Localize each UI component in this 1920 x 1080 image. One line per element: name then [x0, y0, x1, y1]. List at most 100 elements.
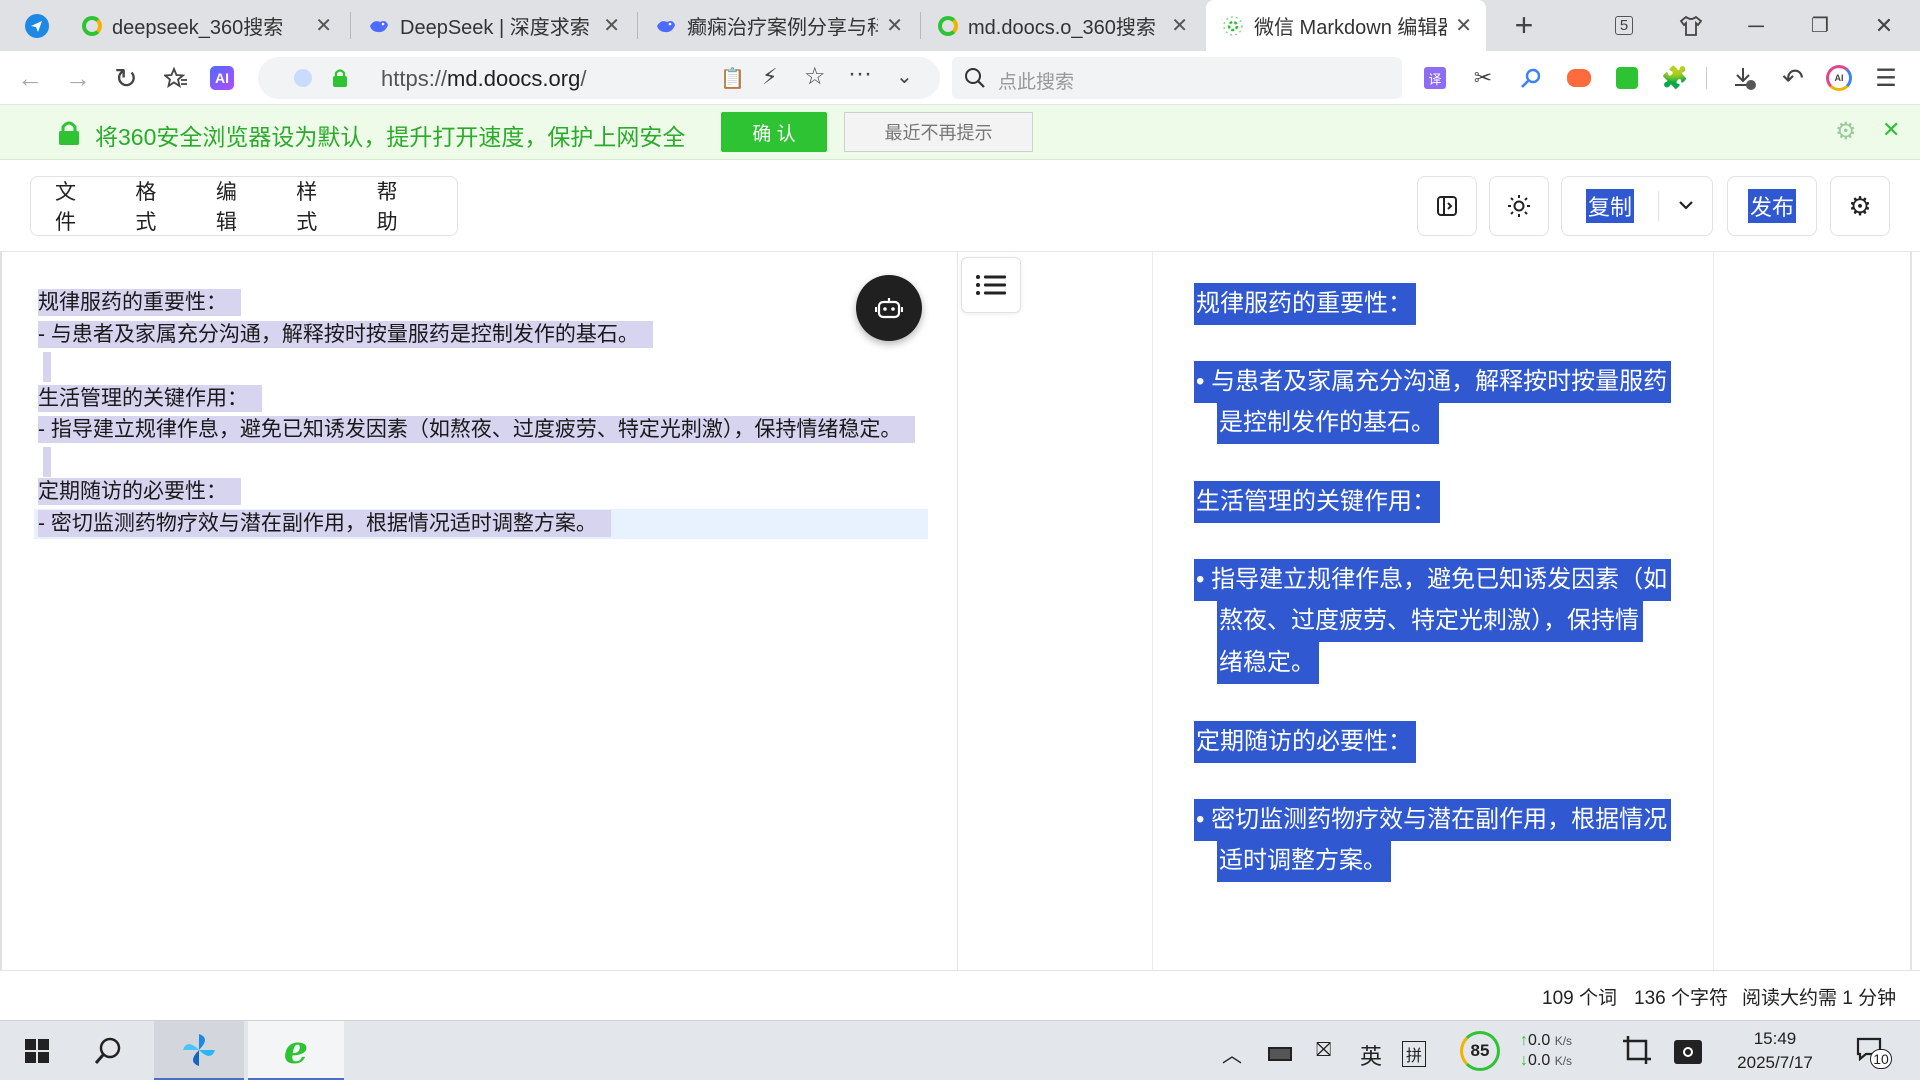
markdown-editor[interactable] — [0, 252, 958, 970]
sidebar-toggle-icon — [1437, 196, 1457, 216]
source-line[interactable]: 定期随访的必要性： — [38, 477, 241, 507]
lightning-icon[interactable]: ⚡ — [762, 64, 777, 90]
reload-button[interactable]: ↻ — [108, 60, 144, 96]
menu-edit[interactable]: 编辑 — [216, 176, 254, 236]
menu-format[interactable]: 格式 — [135, 176, 173, 236]
preview-list-item: • 与患者及家属充分沟通，解释按时按量服药 — [1194, 361, 1672, 403]
settings-button[interactable]: ⚙ — [1830, 176, 1890, 236]
source-line[interactable]: 生活管理的关键作用： — [38, 384, 262, 414]
toc-button[interactable] — [961, 257, 1021, 313]
browser-tab-bar: deepseek_360搜索 ✕ DeepSeek | 深度求索 ✕ 癫痫治疗案… — [0, 0, 1920, 51]
ai-assistant-button[interactable] — [856, 275, 922, 341]
settings-icon[interactable]: ⚙ — [1835, 117, 1857, 146]
translate-icon[interactable]: 译 — [1421, 64, 1449, 92]
menu-help[interactable]: 帮助 — [377, 176, 415, 236]
source-line[interactable]: 规律服药的重要性： — [38, 288, 241, 318]
close-icon[interactable]: ✕ — [1455, 13, 1472, 38]
ai-assistant-icon[interactable]: AI — [204, 60, 240, 96]
search-button[interactable] — [80, 1021, 138, 1080]
start-button[interactable] — [10, 1021, 64, 1080]
chevron-down-icon[interactable]: ⌄ — [896, 64, 913, 89]
more-icon[interactable]: ··· — [848, 60, 872, 88]
address-input[interactable]: https://md.doocs.org/ 📋 ⚡ ☆ ··· ⌄ — [258, 57, 940, 99]
dismiss-button[interactable]: 最近不再提示 — [844, 112, 1033, 152]
bookmark-green-icon[interactable] — [1613, 64, 1641, 92]
search-tool-icon[interactable] — [1517, 64, 1545, 92]
tab-count-button[interactable]: 5 — [1604, 0, 1644, 51]
undo-icon[interactable]: ↶ — [1779, 63, 1807, 93]
back-button[interactable]: ← — [12, 60, 48, 96]
preview-scroll-edge — [1910, 252, 1912, 970]
search-placeholder: 点此搜索 — [998, 72, 1075, 93]
menu-file[interactable]: 文件 — [55, 176, 93, 236]
source-line[interactable]: - 密切监测药物疗效与潜在副作用，根据情况适时调整方案。 — [38, 509, 611, 539]
toggle-panel-button[interactable] — [1417, 176, 1477, 236]
browser-logo-icon[interactable] — [14, 0, 60, 51]
network-icon[interactable]: ⛝ — [1316, 1039, 1331, 1062]
download-icon[interactable] — [1731, 64, 1759, 92]
tab-epilepsy-cases[interactable]: 癫痫治疗案例分享与科普 ✕ — [639, 0, 917, 51]
tab-markdown-editor[interactable]: 微信 Markdown 编辑器 ✕ — [1206, 0, 1486, 51]
robot-icon — [875, 298, 903, 319]
chevron-down-icon[interactable] — [1678, 199, 1694, 211]
notice-message: 将360安全浏览器设为默认，提升打开速度，保护上网安全 — [95, 124, 686, 150]
preview-list-item: • 指导建立规律作息，避免已知诱发因素（如 — [1194, 559, 1672, 601]
battery-icon[interactable] — [1268, 1041, 1292, 1067]
search-icon — [94, 1037, 121, 1064]
tab-title: 微信 Markdown 编辑器 — [1254, 17, 1448, 39]
close-icon[interactable]: ✕ — [315, 13, 332, 38]
star-icon[interactable]: ☆ — [804, 62, 826, 91]
favorites-icon[interactable] — [158, 60, 194, 96]
close-icon[interactable]: ✕ — [886, 13, 903, 38]
clock[interactable]: 15:49 2025/7/17 — [1734, 1027, 1816, 1075]
confirm-button[interactable]: 确 认 — [721, 112, 827, 152]
publish-button[interactable]: 发布 — [1727, 176, 1817, 236]
screenshot-icon[interactable] — [1622, 1035, 1652, 1071]
taskbar: e ︿ ⛝ 英 拼 85 ↑0.0 K/s ↓0.0 K/s 15:49 202… — [0, 1020, 1920, 1080]
shirt-icon[interactable] — [1670, 0, 1712, 51]
tab-deepseek-search[interactable]: deepseek_360搜索 ✕ — [66, 0, 346, 51]
copy-button[interactable]: 复制 — [1586, 189, 1635, 223]
lock-icon — [333, 69, 347, 87]
ime-language[interactable]: 英 — [1360, 1039, 1382, 1071]
source-line[interactable]: - 与患者及家属充分沟通，解释按时按量服药是控制发作的基石。 — [38, 320, 653, 350]
notification-center-button[interactable]: 10 — [1856, 1037, 1892, 1069]
theme-toggle-button[interactable] — [1489, 176, 1549, 236]
tab-title: md.doocs.o_360搜索 — [968, 17, 1156, 39]
close-icon[interactable]: ✕ — [1882, 117, 1900, 143]
scissors-icon[interactable]: ✂ — [1469, 64, 1497, 92]
clock-date: 2025/7/17 — [1737, 1053, 1813, 1072]
chevron-up-icon[interactable]: ︿ — [1222, 1039, 1242, 1068]
tab-title: 癫痫治疗案例分享与科普 — [687, 17, 879, 39]
minimize-button[interactable]: ─ — [1734, 0, 1778, 51]
close-window-button[interactable]: ✕ — [1862, 0, 1906, 51]
taskbar-app-360-browser[interactable]: e — [248, 1021, 344, 1080]
taskbar-app-pinwheel[interactable] — [154, 1021, 244, 1080]
tab-title: deepseek_360搜索 — [112, 17, 284, 39]
tab-deepseek[interactable]: DeepSeek | 深度求索 ✕ — [352, 0, 634, 51]
restore-button[interactable]: ❐ — [1798, 0, 1842, 51]
new-tab-button[interactable]: + — [1502, 0, 1546, 51]
search-input[interactable]: 点此搜索 — [952, 57, 1402, 99]
close-icon[interactable]: ✕ — [603, 13, 620, 38]
preview-heading: 定期随访的必要性： — [1194, 721, 1416, 763]
menu-icon[interactable]: ☰ — [1872, 64, 1900, 92]
net-up: 0.0 — [1528, 1032, 1551, 1049]
game-icon[interactable] — [1565, 64, 1593, 92]
close-icon[interactable]: ✕ — [1171, 13, 1188, 38]
ime-mode[interactable]: 拼 — [1402, 1041, 1427, 1067]
toolbar-divider — [1706, 67, 1707, 89]
clipboard-icon[interactable]: 📋 — [720, 66, 745, 91]
menu-style[interactable]: 样式 — [296, 176, 334, 236]
default-browser-notice: 将360安全浏览器设为默认，提升打开速度，保护上网安全 确 认 最近不再提示 ⚙… — [0, 105, 1920, 160]
system-score-badge[interactable]: 85 — [1460, 1031, 1500, 1071]
camera-search-icon[interactable] — [1674, 1037, 1702, 1064]
ai-circle-icon[interactable]: AI — [1825, 64, 1853, 92]
site-info-icon[interactable] — [294, 69, 312, 87]
tab-title: DeepSeek | 深度求索 — [400, 17, 590, 39]
forward-button[interactable]: → — [60, 60, 96, 96]
360-browser-icon: e — [283, 1027, 309, 1072]
extensions-icon[interactable]: 🧩 — [1661, 64, 1689, 92]
source-line[interactable]: - 指导建立规律作息，避免已知诱发因素（如熬夜、过度疲劳、特定光刺激），保持情绪… — [38, 415, 916, 445]
tab-md-doocs-search[interactable]: md.doocs.o_360搜索 ✕ — [922, 0, 1202, 51]
